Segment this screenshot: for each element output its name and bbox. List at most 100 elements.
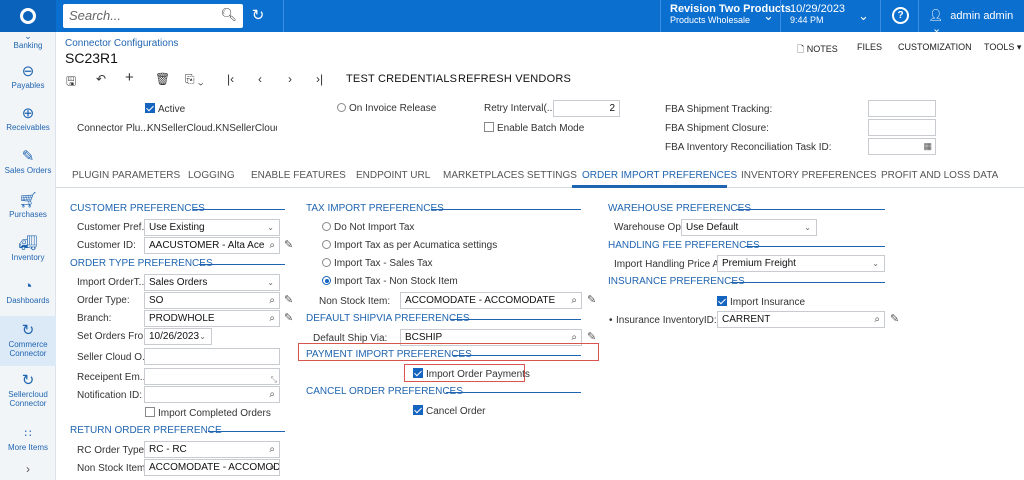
history-icon[interactable]: ↻ xyxy=(246,4,270,28)
notes-button[interactable]: 🗋︎ NOTES xyxy=(797,42,838,58)
logo-icon xyxy=(20,8,36,24)
test-credentials-button[interactable]: TEST CREDENTIALS xyxy=(346,73,457,85)
section-divider xyxy=(745,246,885,247)
warehouse-option-select[interactable]: Use Default ⌄ xyxy=(681,219,817,236)
import-insurance-checkbox[interactable]: Import Insurance xyxy=(717,296,805,308)
expand-nav-icon[interactable]: › xyxy=(0,462,56,476)
customer-pref-select[interactable]: Use Existing ⌄ xyxy=(144,219,280,236)
radio-unselected xyxy=(322,240,331,249)
customer-preferences-header: CUSTOMER PREFERENCES xyxy=(70,203,205,214)
tab-order-import-preferences[interactable]: ORDER IMPORT PREFERENCES xyxy=(582,170,737,181)
return-nonstock-field[interactable]: ACCOMODATE - ACCOMOD ⌕ xyxy=(144,459,280,476)
on-invoice-release-radio[interactable]: On Invoice Release xyxy=(337,103,436,114)
next-record-icon[interactable]: › xyxy=(288,72,292,86)
tax-nonstock-field[interactable]: ACCOMODATE - ACCOMODATE ⌕ xyxy=(400,292,582,309)
connector-plugin-field[interactable]: KNSellerCloud.KNSellerCloudCo xyxy=(147,123,277,134)
set-orders-from-date[interactable]: 10/26/2023 ⌄ xyxy=(144,328,212,345)
tab-inventory-preferences[interactable]: INVENTORY PREFERENCES xyxy=(741,170,877,181)
copy-paste-icon[interactable]: ⎘ ⌄ xyxy=(185,72,204,87)
tab-logging[interactable]: LOGGING xyxy=(188,170,235,181)
tab-plugin-parameters[interactable]: PLUGIN PARAMETERS xyxy=(72,170,180,181)
import-order-payments-checkbox[interactable]: Import Order Payments xyxy=(413,368,530,380)
search-icon[interactable]: ⌕ xyxy=(269,238,275,253)
nav-receivables[interactable]: ⊕ Receivables xyxy=(0,105,56,132)
order-type-field[interactable]: SO ⌕ xyxy=(144,292,280,309)
active-checkbox[interactable]: Active xyxy=(145,103,185,115)
help-icon[interactable]: ? xyxy=(892,7,909,24)
tax-opt-acumatica-settings[interactable]: Import Tax as per Acumatica settings xyxy=(322,240,497,251)
fba-shipment-tracking-input[interactable] xyxy=(868,100,936,117)
first-record-icon[interactable]: |‹ xyxy=(227,72,234,86)
previous-record-icon[interactable]: ‹ xyxy=(258,72,262,86)
search-input[interactable]: Search... 🔍︎ xyxy=(63,4,243,28)
acumatica-logo[interactable] xyxy=(0,0,56,32)
nav-dashboards[interactable]: ◔ Dashboards xyxy=(0,278,56,305)
search-icon[interactable]: ⌕ xyxy=(874,312,880,327)
user-menu[interactable]: 👤︎ admin admin ⌄ xyxy=(928,8,1024,35)
nav-sales-orders[interactable]: ✎ Sales Orders xyxy=(0,148,56,175)
import-completed-orders-checkbox[interactable]: Import Completed Orders xyxy=(145,407,271,419)
edit-icon[interactable]: ✎ xyxy=(284,238,293,251)
search-icon[interactable]: 🔍︎ xyxy=(220,7,237,23)
branch-field[interactable]: PRODWHOLE ⌕ xyxy=(144,310,280,327)
search-icon[interactable]: ⌕ xyxy=(269,442,275,457)
tab-profit-and-loss-data[interactable]: PROFIT AND LOSS DATA xyxy=(881,170,998,181)
chevron-down-icon: ⌄ xyxy=(932,23,942,35)
nav-more-items[interactable]: ∷ More Items xyxy=(0,425,56,452)
tab-endpoint-url[interactable]: ENDPOINT URL xyxy=(356,170,430,181)
search-icon[interactable]: ⌕ xyxy=(269,293,275,308)
tax-opt-do-not-import[interactable]: Do Not Import Tax xyxy=(322,222,414,233)
search-icon[interactable]: ⌕ xyxy=(269,387,275,402)
edit-icon[interactable]: ✎ xyxy=(284,311,293,324)
nav-inventory[interactable]: 🚚︎ Inventory xyxy=(0,235,56,262)
insurance-inventory-field[interactable]: CARRENT ⌕ xyxy=(717,311,885,328)
chevron-down-icon[interactable]: ⌄ xyxy=(858,8,869,24)
refresh-vendors-button[interactable]: REFRESH VENDORS xyxy=(458,73,571,85)
notification-id-field[interactable]: ⌕ xyxy=(144,386,280,403)
chevron-down-icon[interactable]: ⌄ xyxy=(763,8,774,24)
business-date-selector[interactable]: 10/29/2023 9:44 PM xyxy=(790,3,845,25)
customization-button[interactable]: CUSTOMIZATION xyxy=(898,42,972,52)
enable-batch-mode-checkbox[interactable]: Enable Batch Mode xyxy=(484,122,584,134)
rc-order-type-field[interactable]: RC - RC ⌕ xyxy=(144,441,280,458)
minus-circle-icon: ⊖ xyxy=(21,63,35,80)
cancel-order-checkbox[interactable]: Cancel Order xyxy=(413,405,485,417)
seller-cloud-input[interactable] xyxy=(144,348,280,365)
last-record-icon[interactable]: ›| xyxy=(316,72,323,86)
rc-order-type-label: RC Order Type: xyxy=(77,445,147,456)
retry-interval-input[interactable]: 2 xyxy=(553,100,620,117)
nav-payables[interactable]: ⊖ Payables xyxy=(0,63,56,90)
resize-handle-icon[interactable]: ⤡ xyxy=(271,372,277,384)
edit-icon[interactable]: ✎ xyxy=(587,293,596,306)
search-icon[interactable]: ⌕ xyxy=(571,293,577,308)
calculator-icon[interactable]: ▦ xyxy=(923,139,932,154)
receipent-email-textarea[interactable]: ⤡ xyxy=(144,368,280,385)
save-icon[interactable]: 🖫︎ xyxy=(66,72,76,93)
tab-marketplaces-settings[interactable]: MARKETPLACES SETTINGS xyxy=(443,170,577,181)
add-icon[interactable]: + xyxy=(125,69,134,86)
import-order-type-select[interactable]: Sales Orders ⌄ xyxy=(144,274,280,291)
edit-icon[interactable]: ✎ xyxy=(890,312,899,325)
nav-sellercloud-connector[interactable]: ↻ Sellercloud Connector xyxy=(0,372,56,408)
fba-inventory-recon-input[interactable]: ▦ xyxy=(868,138,936,155)
search-icon[interactable]: ⌕ xyxy=(269,311,275,326)
fba-shipment-closure-input[interactable] xyxy=(868,119,936,136)
edit-icon[interactable]: ✎ xyxy=(284,293,293,306)
chevron-down-icon: ⌄ xyxy=(872,259,879,268)
caret-down-icon: ▾ xyxy=(1016,42,1022,52)
search-icon[interactable]: ⌕ xyxy=(269,460,275,475)
nav-banking[interactable]: ⌄ Banking xyxy=(0,32,56,51)
edit-icon[interactable]: ✎ xyxy=(587,330,596,343)
files-button[interactable]: FILES xyxy=(857,42,882,52)
nav-commerce-connector[interactable]: ↻ Commerce Connector xyxy=(0,316,56,366)
breadcrumb[interactable]: Connector Configurations xyxy=(65,38,178,49)
undo-icon[interactable]: ↶ xyxy=(96,72,106,86)
customer-id-field[interactable]: AACUSTOMER - Alta Ace ⌕ xyxy=(144,237,280,254)
tax-opt-sales-tax[interactable]: Import Tax - Sales Tax xyxy=(322,258,433,269)
delete-icon[interactable]: 🗑︎ xyxy=(155,72,170,86)
nav-purchases[interactable]: 🛒︎ Purchases xyxy=(0,192,56,219)
tools-button[interactable]: TOOLS ▾ xyxy=(984,42,1021,53)
tax-opt-non-stock-item[interactable]: Import Tax - Non Stock Item xyxy=(322,276,458,287)
tab-enable-features[interactable]: ENABLE FEATURES xyxy=(251,170,346,181)
handling-price-select[interactable]: Premium Freight ⌄ xyxy=(717,255,885,272)
